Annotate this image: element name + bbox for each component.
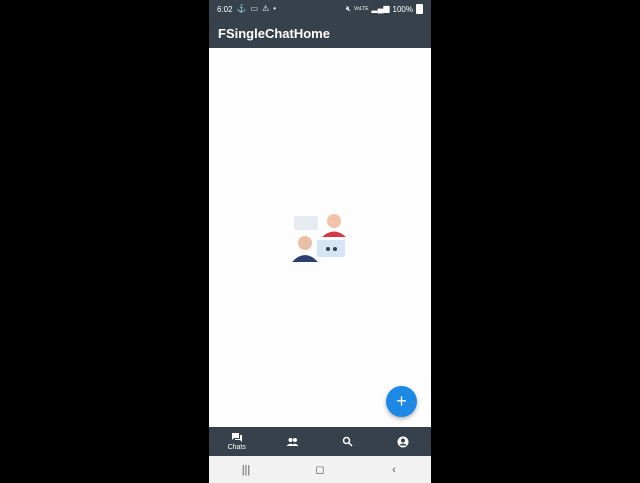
search-icon bbox=[343, 436, 353, 447]
mute-icon: 🔇︎ bbox=[345, 4, 351, 13]
empty-chat-illustration-icon bbox=[292, 214, 346, 262]
battery-icon bbox=[416, 4, 423, 14]
account-icon bbox=[397, 436, 409, 447]
signal-icon: ▂▄▆ bbox=[371, 4, 390, 13]
plus-icon: + bbox=[396, 391, 407, 411]
nav-item-account[interactable] bbox=[376, 427, 432, 456]
app-bar: FSingleChatHome bbox=[209, 18, 431, 48]
cast-icon: ▭ bbox=[250, 4, 259, 13]
status-time: 6:02 bbox=[217, 4, 233, 14]
warning-icon: ⚠ bbox=[262, 4, 270, 13]
status-bar: 6:02 ⚓ ▭ ⚠ • 🔇︎ VoLTE ▂▄▆ 100% bbox=[209, 0, 431, 18]
chat-icon bbox=[231, 433, 242, 442]
home-button[interactable]: ◻ bbox=[305, 463, 335, 476]
recents-button[interactable]: ||| bbox=[231, 464, 261, 476]
nav-label-chats: Chats bbox=[227, 444, 246, 451]
new-chat-fab-button[interactable]: + bbox=[386, 386, 417, 417]
people-icon bbox=[286, 437, 299, 446]
phone-screen: 6:02 ⚓ ▭ ⚠ • 🔇︎ VoLTE ▂▄▆ 100% FSingleCh… bbox=[209, 0, 431, 483]
usb-icon: ⚓ bbox=[236, 4, 247, 13]
battery-percentage: 100% bbox=[392, 4, 413, 14]
nav-item-search[interactable] bbox=[320, 427, 376, 456]
network-label: VoLTE bbox=[353, 6, 369, 12]
back-button[interactable]: ‹ bbox=[379, 464, 409, 476]
page-title: FSingleChatHome bbox=[218, 25, 330, 41]
dot-icon: • bbox=[273, 4, 277, 13]
nav-item-contacts[interactable] bbox=[265, 427, 321, 456]
system-navigation-bar: ||| ◻ ‹ bbox=[209, 456, 431, 483]
bottom-navigation: Chats bbox=[209, 427, 431, 456]
chat-list-area bbox=[209, 48, 431, 427]
nav-item-chats[interactable]: Chats bbox=[209, 427, 265, 456]
